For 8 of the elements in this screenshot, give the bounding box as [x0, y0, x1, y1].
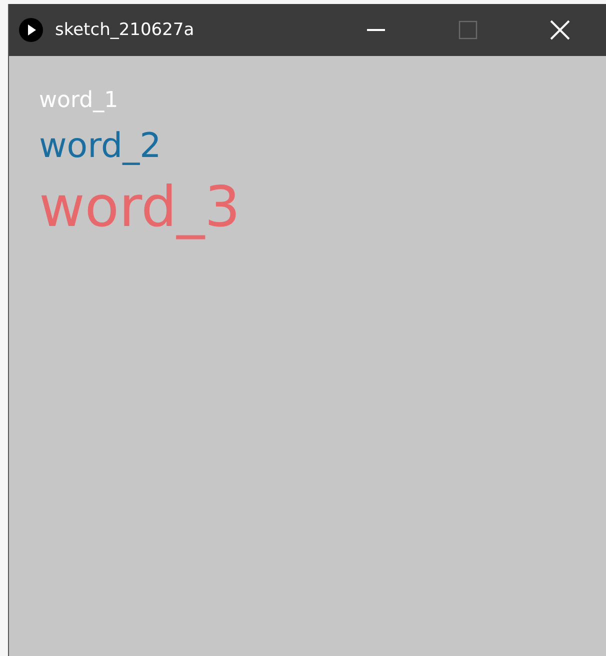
maximize-icon	[458, 20, 478, 40]
close-icon	[549, 19, 571, 41]
play-icon	[19, 18, 43, 42]
sample-word: word_1	[39, 88, 118, 114]
minimize-icon	[367, 29, 385, 31]
sample-word: word_2	[39, 127, 162, 166]
window-title: sketch_210627a	[55, 20, 194, 40]
sample-word: word_3	[39, 176, 240, 241]
